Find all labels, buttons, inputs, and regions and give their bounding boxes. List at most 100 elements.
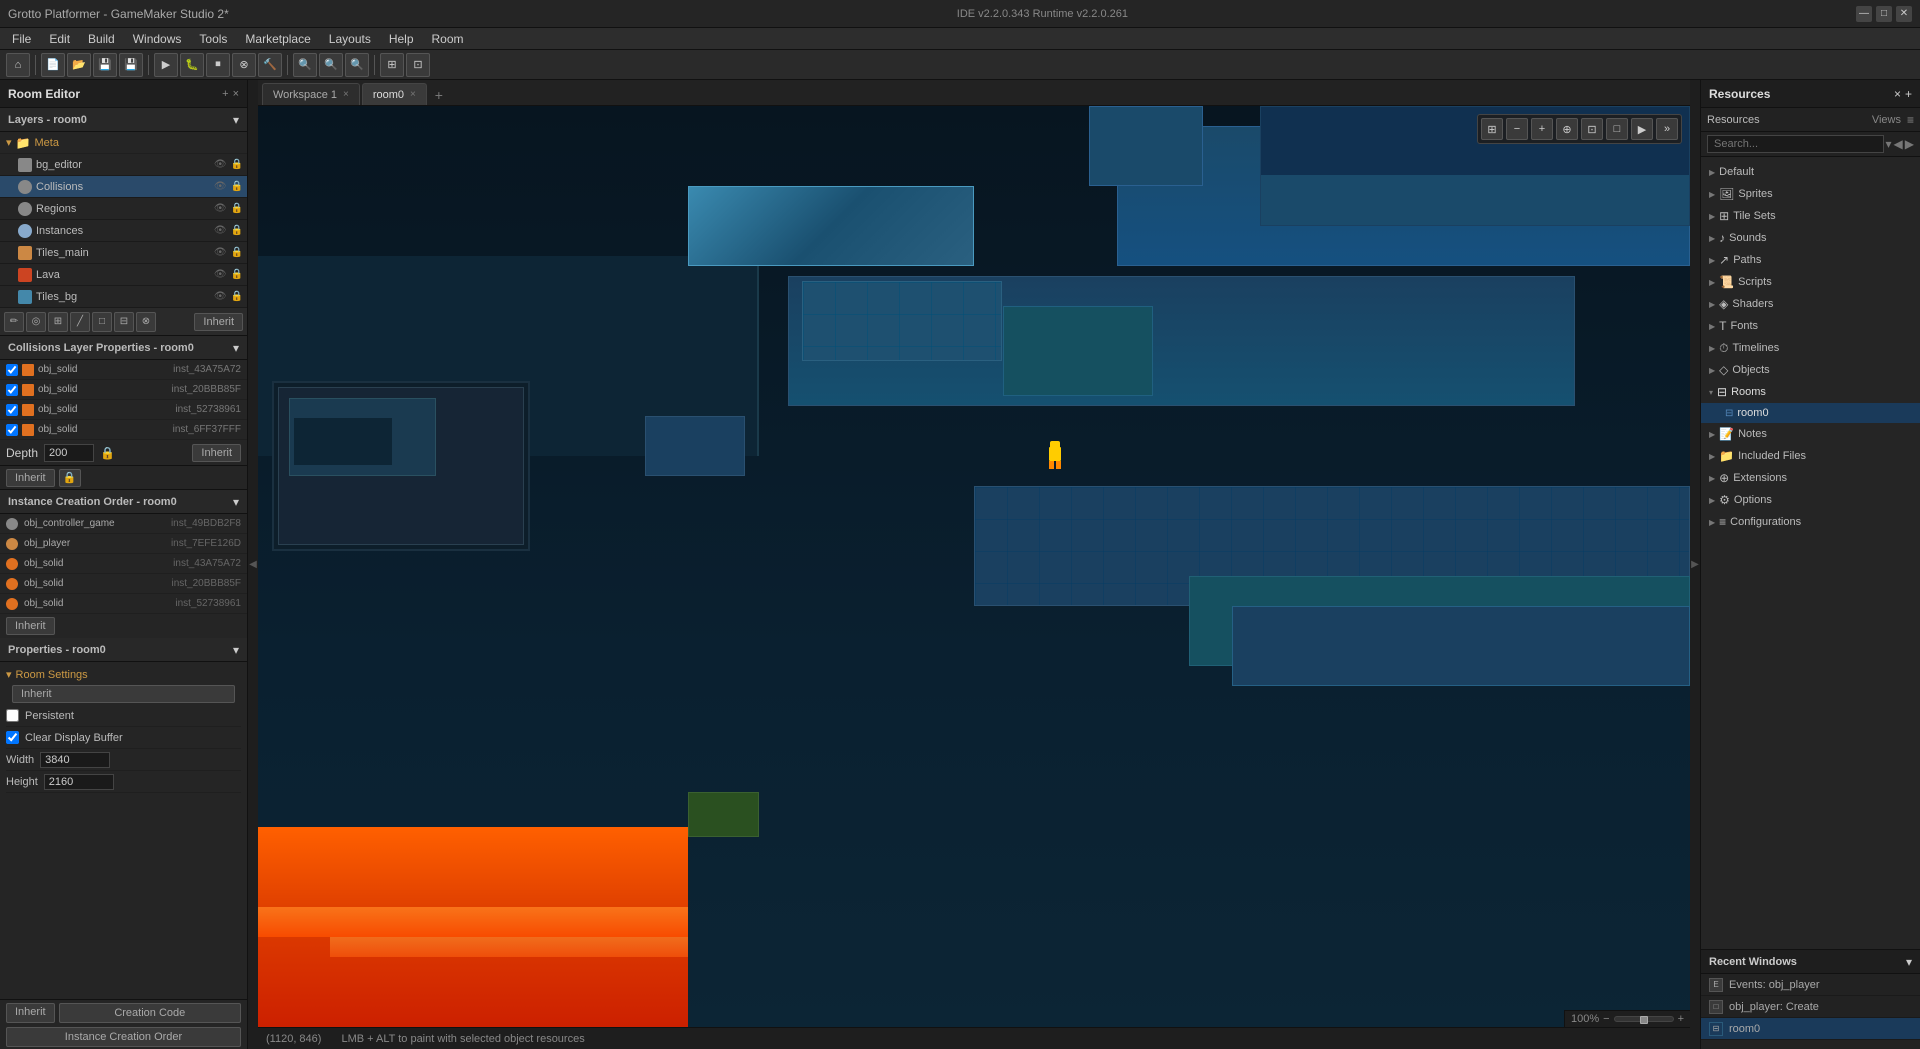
collision-item-0[interactable]: obj_solid inst_43A75A72 — [0, 360, 247, 380]
order-item-4[interactable]: obj_solid inst_52738961 — [0, 594, 247, 614]
canvas-area[interactable]: ⊞ − + ⊕ ⊡ □ ▶ » 100% − + — [258, 106, 1690, 1027]
menu-build[interactable]: Build — [80, 30, 123, 48]
instance-creation-order-btn[interactable]: Instance Creation Order — [6, 1027, 241, 1047]
res-cat-scripts[interactable]: ▶ 📜 Scripts — [1701, 271, 1920, 293]
canvas-zoom-in[interactable]: + — [1531, 118, 1553, 140]
collision-check-2[interactable] — [6, 404, 18, 416]
tab-workspace1-close[interactable]: × — [343, 89, 349, 100]
menu-file[interactable]: File — [4, 30, 39, 48]
toolbar-new[interactable]: 📄 — [41, 53, 65, 77]
minimize-button[interactable]: — — [1856, 6, 1872, 22]
persistent-check[interactable] — [6, 709, 19, 722]
zoom-minus[interactable]: − — [1603, 1013, 1609, 1025]
search-next[interactable]: ▶ — [1905, 137, 1914, 151]
clear-display-check[interactable] — [6, 731, 19, 744]
res-cat-paths[interactable]: ▶ ↗ Paths — [1701, 249, 1920, 271]
order-item-0[interactable]: obj_controller_game inst_49BDB2F8 — [0, 514, 247, 534]
tab-room0-close[interactable]: × — [410, 89, 416, 100]
order-item-1[interactable]: obj_player inst_7EFE126D — [0, 534, 247, 554]
tool-select[interactable]: ◎ — [26, 312, 46, 332]
canvas-fast-btn[interactable]: » — [1656, 118, 1678, 140]
bottom-inherit-btn[interactable]: Inherit — [6, 1003, 55, 1023]
collision-check-3[interactable] — [6, 424, 18, 436]
res-default-group[interactable]: ▶ Default — [1701, 161, 1920, 183]
tab-room0[interactable]: room0 × — [362, 83, 427, 105]
order-collapse[interactable]: ▾ — [233, 495, 239, 509]
lava-lock-icon[interactable]: 🔒 — [231, 269, 243, 280]
res-cat-included-files[interactable]: ▶ 📁 Included Files — [1701, 445, 1920, 467]
toolbar-search-res[interactable]: 🔍 — [293, 53, 317, 77]
collision-item-1[interactable]: obj_solid inst_20BBB85F — [0, 380, 247, 400]
collision-item-3[interactable]: obj_solid inst_6FF37FFF — [0, 420, 247, 440]
tool-path[interactable]: ⊞ — [48, 312, 68, 332]
layer-lava[interactable]: Lava 👁 🔒 — [0, 264, 247, 286]
layer-tiles-main[interactable]: Tiles_main 👁 🔒 — [0, 242, 247, 264]
toolbar-open[interactable]: 📂 — [67, 53, 91, 77]
toolbar-debug[interactable]: 🐛 — [180, 53, 204, 77]
menu-room[interactable]: Room — [424, 30, 472, 48]
bg-editor-vis-icon[interactable]: 👁 — [214, 159, 227, 170]
recent-item-room0[interactable]: ⊟ room0 — [1701, 1018, 1920, 1040]
layer-regions[interactable]: Regions 👁 🔒 — [0, 198, 247, 220]
regions-lock-icon[interactable]: 🔒 — [231, 203, 243, 214]
tool-eraser[interactable]: ⊗ — [136, 312, 156, 332]
zoom-plus[interactable]: + — [1678, 1013, 1684, 1025]
tool-inherit-btn[interactable]: Inherit — [194, 313, 243, 331]
room-editor-add[interactable]: + — [222, 88, 228, 100]
toolbar-find-ref[interactable]: 🔍 — [345, 53, 369, 77]
search-dropdown[interactable]: ▾ — [1886, 137, 1892, 151]
order-item-2[interactable]: obj_solid inst_43A75A72 — [0, 554, 247, 574]
tab-workspace1[interactable]: Workspace 1 × — [262, 83, 360, 105]
search-prev[interactable]: ◀ — [1894, 137, 1903, 151]
res-cat-notes[interactable]: ▶ 📝 Notes — [1701, 423, 1920, 445]
depth-inherit-btn[interactable]: Inherit — [192, 444, 241, 462]
lava-vis-icon[interactable]: 👁 — [214, 269, 227, 280]
menu-marketplace[interactable]: Marketplace — [237, 30, 318, 48]
creation-code-btn[interactable]: Creation Code — [59, 1003, 241, 1023]
canvas-grid-btn[interactable]: ⊞ — [1481, 118, 1503, 140]
room-editor-close[interactable]: × — [233, 88, 239, 100]
res-cat-tilesets[interactable]: ▶ ⊞ Tile Sets — [1701, 205, 1920, 227]
height-input[interactable] — [44, 774, 114, 790]
list-icon[interactable]: ≡ — [1907, 113, 1914, 127]
instances-lock-icon[interactable]: 🔒 — [231, 225, 243, 236]
tiles-main-vis-icon[interactable]: 👁 — [214, 247, 227, 258]
layer-instances[interactable]: Instances 👁 🔒 — [0, 220, 247, 242]
layers-collapse[interactable]: ▾ — [233, 113, 239, 127]
tool-fill[interactable]: ⊟ — [114, 312, 134, 332]
toolbar-grid[interactable]: ⊞ — [380, 53, 404, 77]
res-cat-extensions[interactable]: ▶ ⊕ Extensions — [1701, 467, 1920, 489]
menu-windows[interactable]: Windows — [125, 30, 190, 48]
bg-editor-lock-icon[interactable]: 🔒 — [231, 159, 243, 170]
res-cat-shaders[interactable]: ▶ ◈ Shaders — [1701, 293, 1920, 315]
tool-rect[interactable]: □ — [92, 312, 112, 332]
views-label[interactable]: Views — [1866, 114, 1907, 126]
toolbar-clean[interactable]: ⊗ — [232, 53, 256, 77]
res-cat-objects[interactable]: ▶ ◇ Objects — [1701, 359, 1920, 381]
res-cat-timelines[interactable]: ▶ ⏱ Timelines — [1701, 337, 1920, 359]
recent-item-obj-player[interactable]: □ obj_player: Create — [1701, 996, 1920, 1018]
tool-paint[interactable]: ✏ — [4, 312, 24, 332]
menu-help[interactable]: Help — [381, 30, 422, 48]
collisions-props-collapse[interactable]: ▾ — [233, 341, 239, 355]
canvas-fit-room[interactable]: ⊡ — [1581, 118, 1603, 140]
toolbar-search-code[interactable]: 🔍 — [319, 53, 343, 77]
menu-layouts[interactable]: Layouts — [321, 30, 379, 48]
zoom-slider-thumb[interactable] — [1640, 1016, 1648, 1024]
layer-collisions[interactable]: Collisions 👁 🔒 — [0, 176, 247, 198]
res-cat-sprites[interactable]: ▶ 🖼 Sprites — [1701, 183, 1920, 205]
resources-close[interactable]: × — [1894, 87, 1901, 101]
regions-vis-icon[interactable]: 👁 — [214, 203, 227, 214]
tool-line[interactable]: ╱ — [70, 312, 90, 332]
tab-add-btn[interactable]: + — [429, 85, 449, 105]
zoom-slider-track[interactable] — [1614, 1016, 1674, 1022]
instances-vis-icon[interactable]: 👁 — [214, 225, 227, 236]
toolbar-build[interactable]: 🔨 — [258, 53, 282, 77]
collisions-lock-icon[interactable]: 🔒 — [231, 181, 243, 192]
order-inherit-btn[interactable]: Inherit — [6, 617, 55, 635]
lock-btn[interactable]: 🔒 — [59, 469, 81, 487]
menu-edit[interactable]: Edit — [41, 30, 78, 48]
layer-meta-folder[interactable]: ▾ 📁 Meta — [0, 132, 247, 154]
tiles-bg-vis-icon[interactable]: 👁 — [214, 291, 227, 302]
tiles-bg-lock-icon[interactable]: 🔒 — [231, 291, 243, 302]
